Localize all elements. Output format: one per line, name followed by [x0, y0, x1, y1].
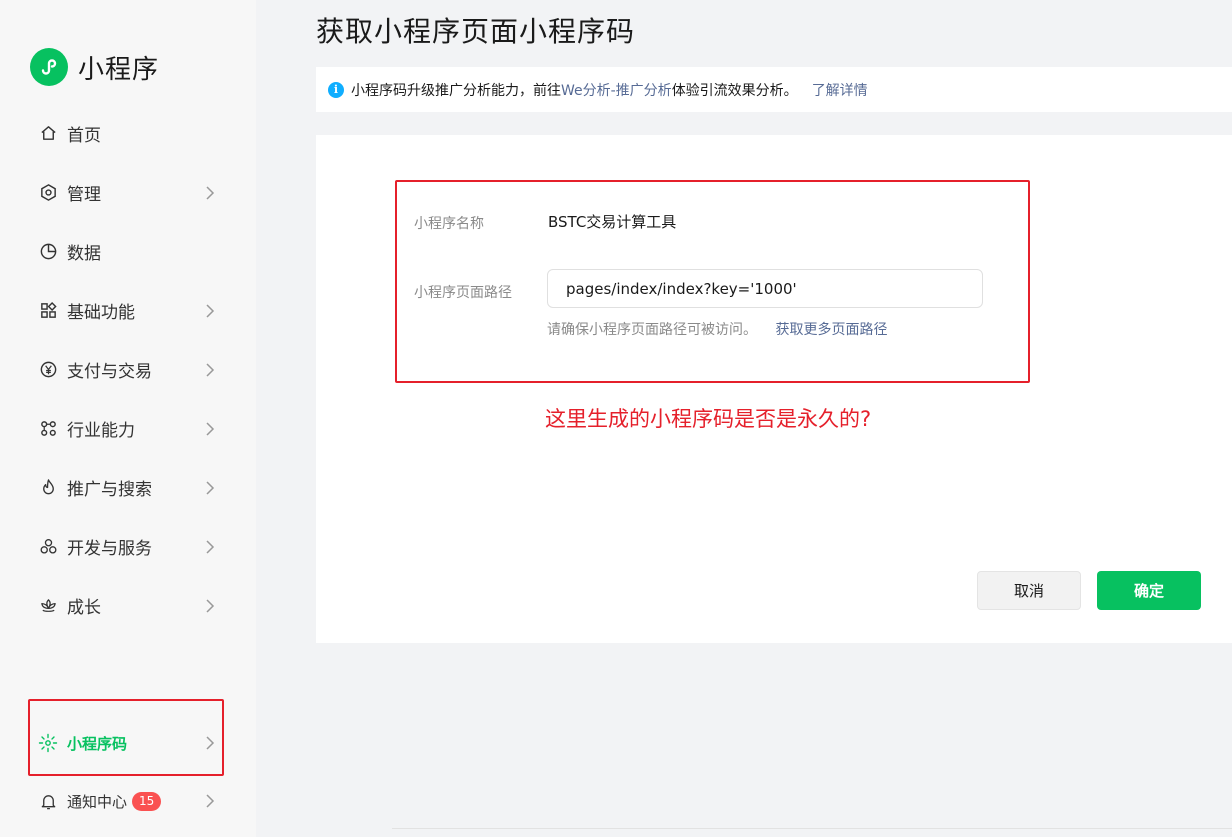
sidebar-item-label: 数据	[67, 244, 101, 264]
sidebar-item-label: 开发与服务	[67, 539, 152, 559]
sidebar-item-manage[interactable]: 管理	[0, 163, 256, 222]
mini-program-name-value: BSTC交易计算工具	[548, 213, 677, 231]
mini-program-logo-icon	[30, 48, 68, 86]
sidebar-item-basic-functions[interactable]: 基础功能	[0, 281, 256, 340]
sidebar-item-label: 成长	[67, 598, 101, 618]
page-path-label: 小程序页面路径	[414, 285, 512, 301]
form-panel	[316, 135, 1232, 643]
industry-nodes-icon	[38, 419, 58, 439]
sidebar-item-industry[interactable]: 行业能力	[0, 399, 256, 458]
sidebar-item-mini-program-code[interactable]: 小程序码	[0, 714, 256, 772]
hexagon-settings-icon	[38, 183, 58, 203]
chevron-right-icon	[206, 736, 215, 750]
chevron-right-icon	[206, 421, 215, 436]
sidebar-item-label: 通知中心	[67, 792, 128, 811]
notice-text: 小程序码升级推广分析能力，前往	[351, 82, 561, 99]
sidebar-item-label: 支付与交易	[67, 362, 152, 382]
sidebar-item-label: 推广与搜索	[67, 480, 152, 500]
chevron-right-icon	[206, 480, 215, 495]
dev-circles-icon	[38, 537, 58, 557]
lotus-icon	[38, 596, 58, 616]
sidebar-item-growth[interactable]: 成长	[0, 576, 256, 635]
confirm-button[interactable]: 确定	[1097, 571, 1201, 610]
chevron-right-icon	[206, 598, 215, 613]
mini-program-code-icon	[38, 733, 58, 753]
yuan-icon	[38, 360, 58, 380]
sidebar-item-payment[interactable]: 支付与交易	[0, 340, 256, 399]
mini-program-name-label: 小程序名称	[414, 216, 484, 232]
sidebar-item-label: 小程序码	[67, 734, 128, 753]
pie-chart-icon	[38, 242, 58, 262]
sidebar-nav: 首页 管理 数据 基础功能 支付与交易 行业能力 推广与搜索 开发与服务 成长	[0, 104, 256, 635]
bell-icon	[38, 791, 58, 811]
sidebar-item-label: 行业能力	[67, 421, 135, 441]
annotation-question: 这里生成的小程序码是否是永久的?	[545, 407, 872, 431]
sidebar: 小程序 首页 管理 数据 基础功能 支付与交易 行业能力 推广与搜索 开发与服务…	[0, 0, 256, 837]
chevron-right-icon	[206, 794, 215, 808]
sidebar-bottom-nav: 小程序码 通知中心 15	[0, 714, 256, 830]
chevron-right-icon	[206, 539, 215, 554]
page-title: 获取小程序页面小程序码	[316, 15, 636, 48]
sidebar-item-development[interactable]: 开发与服务	[0, 517, 256, 576]
notice-banner: i 小程序码升级推广分析能力，前往 We分析-推广分析 体验引流效果分析。 了解…	[316, 67, 1232, 112]
we-analysis-link[interactable]: We分析-推广分析	[561, 80, 672, 100]
divider	[392, 828, 1232, 829]
sidebar-item-notifications[interactable]: 通知中心 15	[0, 772, 256, 830]
learn-more-link[interactable]: 了解详情	[812, 80, 868, 100]
notice-text-after: 体验引流效果分析。	[671, 82, 798, 99]
home-icon	[38, 124, 58, 144]
cancel-button[interactable]: 取消	[977, 571, 1081, 610]
app-name: 小程序	[78, 54, 160, 85]
flame-icon	[38, 478, 58, 498]
info-icon: i	[328, 81, 344, 98]
sidebar-item-promotion[interactable]: 推广与搜索	[0, 458, 256, 517]
path-hint-text: 请确保小程序页面路径可被访问。	[547, 322, 757, 338]
page-path-input[interactable]	[547, 269, 983, 308]
get-more-paths-link[interactable]: 获取更多页面路径	[775, 322, 887, 338]
app-logo[interactable]: 小程序	[30, 48, 159, 86]
grid-apps-icon	[38, 301, 58, 321]
chevron-right-icon	[206, 362, 215, 377]
sidebar-item-label: 管理	[67, 185, 101, 205]
sidebar-item-home[interactable]: 首页	[0, 104, 256, 163]
path-hint: 请确保小程序页面路径可被访问。 获取更多页面路径	[547, 319, 887, 339]
chevron-right-icon	[206, 185, 215, 200]
chevron-right-icon	[206, 303, 215, 318]
sidebar-item-data[interactable]: 数据	[0, 222, 256, 281]
sidebar-item-label: 首页	[67, 126, 101, 146]
notification-count-badge: 15	[132, 791, 162, 811]
sidebar-item-label: 基础功能	[67, 303, 135, 323]
